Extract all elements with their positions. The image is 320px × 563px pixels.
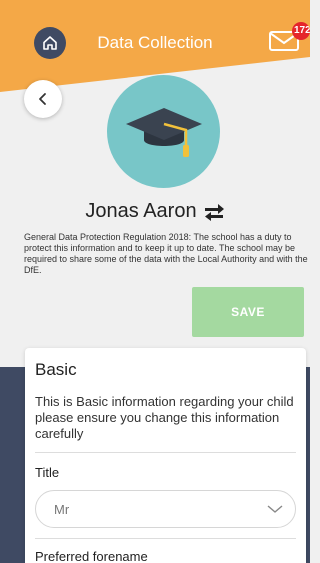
- avatar: [107, 75, 220, 188]
- back-button[interactable]: [24, 80, 62, 118]
- student-name: Jonas Aaron: [85, 200, 197, 222]
- title-select[interactable]: Mr: [35, 490, 296, 528]
- chevron-down-icon: [267, 505, 283, 513]
- graduation-cap-icon: [125, 107, 202, 157]
- divider: [35, 538, 296, 539]
- preferred-forename-label: Preferred forename: [35, 549, 148, 563]
- title-select-value: Mr: [54, 501, 70, 517]
- swap-arrows-icon[interactable]: [203, 202, 225, 222]
- section-description: This is Basic information regarding your…: [35, 394, 296, 453]
- save-button[interactable]: SAVE: [192, 287, 304, 337]
- gdpr-notice: General Data Protection Regulation 2018:…: [24, 232, 308, 275]
- section-title: Basic: [35, 360, 77, 379]
- notification-badge: 172: [292, 22, 310, 40]
- profile-name-row: Jonas Aaron: [0, 200, 310, 223]
- chevron-left-icon: [39, 93, 46, 105]
- form-card: Basic This is Basic information regardin…: [25, 348, 306, 563]
- title-field-label: Title: [35, 465, 60, 480]
- page-title: Data Collection: [97, 33, 213, 52]
